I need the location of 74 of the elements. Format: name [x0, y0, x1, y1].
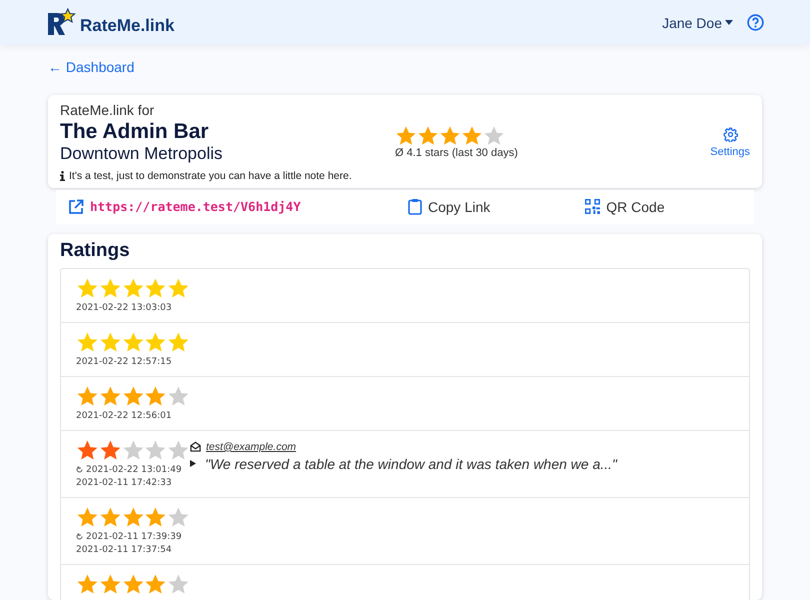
star-icon: [461, 125, 483, 147]
star-icon: [122, 438, 144, 462]
copy-link-button[interactable]: Copy Link: [408, 198, 490, 216]
star-icon: [98, 330, 122, 354]
star-icon: [122, 572, 144, 596]
rating-time: 2021-02-11 17:42:33: [76, 478, 173, 488]
star-icon: [122, 330, 144, 354]
external-link-icon: [68, 198, 84, 215]
rating-row[interactable]: 2021-02-22 12:56:01: [61, 376, 749, 430]
back-link[interactable]: ← Dashboard: [48, 59, 134, 75]
star-icon: [76, 330, 99, 354]
edited-icon: [76, 466, 83, 474]
share-link[interactable]: https://rateme.test/V6h1dj4Y: [68, 198, 408, 215]
rating-row[interactable]: 2021-02-11 17:39:39 2021-02-11 17:37:54: [61, 496, 749, 564]
star-icon: [167, 438, 190, 462]
star-icon: [122, 384, 144, 408]
rating-time: 2021-02-22 12:56:01: [76, 410, 173, 421]
star-icon: [144, 276, 168, 300]
rating-time: 2021-02-11 17:37:54: [76, 544, 173, 555]
star-icon: [167, 384, 190, 408]
rating-comment: "We reserved a table at the window and it was taken when we a...": [205, 456, 618, 472]
star-icon: [395, 125, 417, 147]
section-title: Ratings: [60, 240, 131, 262]
venue-location: Downtown Metropolis: [60, 144, 224, 164]
star-icon: [167, 572, 190, 596]
edited-time: 2021-02-22 13:01:49: [86, 464, 182, 475]
rating-row[interactable]: 2021-02-22 12:57:15: [61, 322, 749, 376]
star-icon: [483, 125, 505, 147]
brand-name[interactable]: RateMe.link: [80, 16, 174, 36]
disclosure-icon[interactable]: [190, 460, 196, 468]
venue-name: The Admin Bar: [60, 120, 210, 144]
star-icon: [76, 384, 99, 408]
star-icon: [167, 276, 190, 300]
star-icon: [417, 125, 439, 147]
star-icon: [144, 572, 168, 596]
settings-link[interactable]: Settings: [710, 126, 750, 158]
star-icon: [144, 438, 168, 462]
star-icon: [144, 506, 168, 529]
user-menu[interactable]: Jane Doe: [662, 14, 733, 30]
info-icon: [60, 171, 65, 181]
star-icon: [76, 506, 99, 529]
edited-time: 2021-02-11 17:39:39: [86, 532, 182, 542]
qr-code-icon: [585, 199, 600, 214]
rating-time: 2021-02-22 12:57:15: [76, 356, 173, 367]
star-icon: [144, 330, 168, 354]
star-icon: [167, 330, 190, 354]
envelope-icon: [190, 441, 201, 452]
star-icon: [439, 125, 461, 147]
star-icon: [76, 276, 99, 300]
qr-code-button[interactable]: QR Code: [585, 198, 665, 215]
caret-icon: [725, 20, 733, 25]
venue-note: It's a test, just to demonstrate you can have a little note here.: [69, 170, 352, 182]
venue-prefix: RateMe.link for: [60, 102, 156, 118]
star-icon: [167, 506, 190, 529]
average-rating: Ø 4.1 stars (last 30 days): [395, 147, 518, 159]
star-icon: [98, 384, 122, 408]
star-icon: [98, 276, 122, 300]
rating-time: 2021-02-22 13:03:03: [76, 302, 173, 313]
star-icon: [98, 438, 122, 462]
edited-icon: [76, 533, 83, 540]
logo-icon: [46, 8, 76, 38]
clipboard-icon: [408, 198, 422, 216]
rating-row[interactable]: 2021-02-22 13:01:49 2021-02-11 17:42:33 test@example.com "We reserved a table at the window and it was taken when we a...": [61, 430, 749, 497]
email-link[interactable]: test@example.com: [206, 440, 296, 453]
star-icon: [122, 276, 144, 300]
star-icon: [98, 572, 122, 596]
help-icon[interactable]: [747, 14, 764, 31]
star-icon: [144, 384, 168, 408]
star-icon: [122, 506, 144, 529]
settings-icon: [722, 126, 738, 142]
star-icon: [98, 506, 122, 529]
star-icon: [76, 438, 99, 462]
star-icon: [76, 572, 99, 596]
rating-row[interactable]: 2021-02-22 13:03:03: [61, 268, 749, 322]
